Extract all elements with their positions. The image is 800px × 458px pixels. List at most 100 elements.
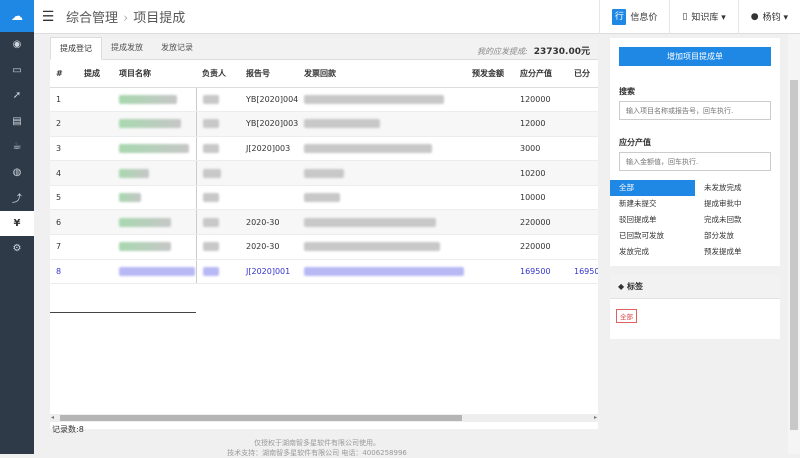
chart-icon[interactable]: ⤴: [0, 185, 34, 211]
owner-cell: [195, 185, 240, 211]
knowledge-base-menu[interactable]: ▯ 知识库 ▾: [669, 0, 737, 34]
prepay-amount-cell: [466, 185, 514, 211]
redacted-text: [304, 217, 436, 227]
invoice-payment-cell: [298, 87, 466, 113]
allocated-value-cell: 12000: [514, 111, 568, 137]
add-commission-button[interactable]: 增加项目提成单: [619, 47, 771, 66]
scroll-right-icon[interactable]: ▸: [594, 414, 597, 422]
send-icon[interactable]: ➚: [0, 83, 34, 109]
list-icon[interactable]: ▤: [0, 109, 34, 135]
horizontal-scrollbar[interactable]: ◂ ▸: [50, 414, 598, 422]
search-input[interactable]: [619, 101, 771, 120]
tag-panel-header: ◆ 标签: [610, 275, 780, 299]
column-header[interactable]: 已分: [568, 61, 598, 88]
owner-cell: [195, 160, 240, 186]
redacted-text: [202, 193, 219, 203]
value-filter-input[interactable]: [619, 152, 771, 171]
redacted-text: [202, 242, 219, 252]
column-header[interactable]: 预发金额: [466, 61, 514, 88]
coffee-icon[interactable]: ☕: [0, 134, 34, 160]
tab-payout-records[interactable]: 发放记录: [152, 37, 202, 59]
owner-cell: [195, 259, 240, 285]
gear-icon[interactable]: ⚙: [0, 236, 34, 262]
redacted-text: [304, 242, 440, 252]
invoice-payment-cell: [298, 234, 466, 260]
table-row[interactable]: 8 J[2020]001 169500 16950: [50, 259, 598, 285]
scroll-left-icon[interactable]: ◂: [51, 414, 54, 422]
table-row[interactable]: 4 10200: [50, 160, 598, 186]
status-filter-item[interactable]: 未发放完成: [695, 180, 780, 196]
tab-commission-payout[interactable]: 提成发放: [102, 37, 152, 59]
prepay-amount-cell: [466, 136, 514, 162]
hamburger-menu-icon[interactable]: ☰: [34, 9, 62, 25]
redacted-text: [304, 168, 344, 178]
commission-table: # 提成 项目名称 负责人 报告号 发票回款 预发金额 应分产值 已分 1 YB[2020]004…: [50, 61, 598, 285]
project-name-cell: [113, 185, 196, 211]
breadcrumb-parent[interactable]: 综合管理: [66, 11, 118, 26]
table-row[interactable]: 2 YB[2020]003 12000: [50, 111, 598, 137]
status-filter-item[interactable]: 驳回提成单: [610, 212, 695, 228]
horizontal-scroll-thumb[interactable]: [60, 415, 462, 421]
footer-license: 仅授权于湖南智多星软件有限公司使用。: [254, 439, 380, 447]
report-number-cell: [240, 185, 298, 211]
prepay-amount-cell: [466, 87, 514, 113]
status-filter-item[interactable]: 全部: [610, 180, 695, 196]
table-row[interactable]: 7 2020-30 220000: [50, 234, 598, 260]
status-filter-list: 全部 未发放完成 新建未提交 提成审批中 驳回提成单 完成未回款 已回款可发放 部分发放 发放完…: [610, 180, 780, 260]
column-header[interactable]: 项目名称: [113, 61, 196, 88]
redacted-text: [202, 94, 219, 104]
column-header[interactable]: 提成: [78, 61, 113, 88]
status-filter-item[interactable]: 已回款可发放: [610, 228, 695, 244]
topbar: ☰ 综合管理 › 项目提成 行信息价 ▯ 知识库 ▾ ● 杨钧 ▾: [34, 0, 800, 34]
project-name-cell: [113, 209, 196, 236]
redacted-text: [304, 119, 380, 129]
table-header-row: # 提成 项目名称 负责人 报告号 发票回款 预发金额 应分产值 已分: [50, 61, 598, 88]
owner-cell: [195, 87, 240, 113]
tag-all[interactable]: 全部: [616, 309, 637, 323]
main-panel: 提成登记 提成发放 发放记录 我的应发提成: 23730.00元 # 提成 项目名称负…: [50, 37, 598, 429]
column-header[interactable]: #: [50, 61, 78, 88]
allocated-value-cell: 220000: [514, 209, 568, 236]
info-price-label: 信息价: [630, 13, 658, 23]
status-filter-item[interactable]: 发放完成: [610, 244, 695, 260]
invoice-payment-cell: [298, 136, 466, 162]
user-icon: ●: [750, 11, 759, 22]
summary-label: 我的应发提成:: [477, 47, 528, 56]
row-commission-cell: [78, 136, 113, 162]
row-number: 4: [50, 160, 78, 186]
row-commission-cell: [78, 259, 113, 285]
redacted-text: [202, 143, 219, 153]
distributed-cell: [568, 209, 598, 236]
table-row[interactable]: 6 2020-30 220000: [50, 209, 598, 236]
column-header[interactable]: 发票回款: [298, 61, 466, 88]
yen-icon[interactable]: ¥: [0, 210, 34, 236]
column-header[interactable]: 应分产值: [514, 61, 568, 88]
vertical-scroll-thumb[interactable]: [790, 80, 798, 430]
table-row[interactable]: 1 YB[2020]004 120000: [50, 87, 598, 113]
breadcrumb: 综合管理 › 项目提成: [66, 7, 185, 26]
column-header[interactable]: 负责人: [196, 61, 240, 88]
right-filter-panel: 增加项目提成单 搜索 应分产值 全部未发放完成新建未提交提成审批中驳回提成单完成…: [610, 38, 780, 266]
dashboard-icon[interactable]: ◉: [0, 32, 34, 58]
table-row[interactable]: 3 J[2020]003 3000: [50, 136, 598, 162]
monitor-icon[interactable]: ▭: [0, 58, 34, 84]
status-filter-item[interactable]: 预发提成单: [695, 244, 780, 260]
tab-commission-register[interactable]: 提成登记: [50, 37, 102, 60]
frozen-column-divider: [50, 312, 196, 313]
column-header[interactable]: 报告号: [240, 61, 298, 88]
user-menu[interactable]: ● 杨钧 ▾: [737, 0, 800, 34]
book-icon: ▯: [682, 11, 688, 22]
prepay-amount-cell: [466, 111, 514, 137]
row-commission-cell: [78, 111, 113, 137]
info-price-link[interactable]: 行信息价: [599, 0, 669, 34]
vertical-scrollbar[interactable]: [788, 34, 800, 454]
allocated-value-cell: 10200: [514, 160, 568, 186]
table-row[interactable]: 5 10000: [50, 185, 598, 211]
invoice-payment-cell: [298, 259, 466, 285]
status-filter-item[interactable]: 新建未提交: [610, 196, 695, 212]
redacted-text: [119, 217, 171, 227]
status-filter-item[interactable]: 部分发放: [695, 228, 780, 244]
settings-circle-icon[interactable]: ◍: [0, 160, 34, 186]
status-filter-item[interactable]: 完成未回款: [695, 212, 780, 228]
status-filter-item[interactable]: 提成审批中: [695, 196, 780, 212]
